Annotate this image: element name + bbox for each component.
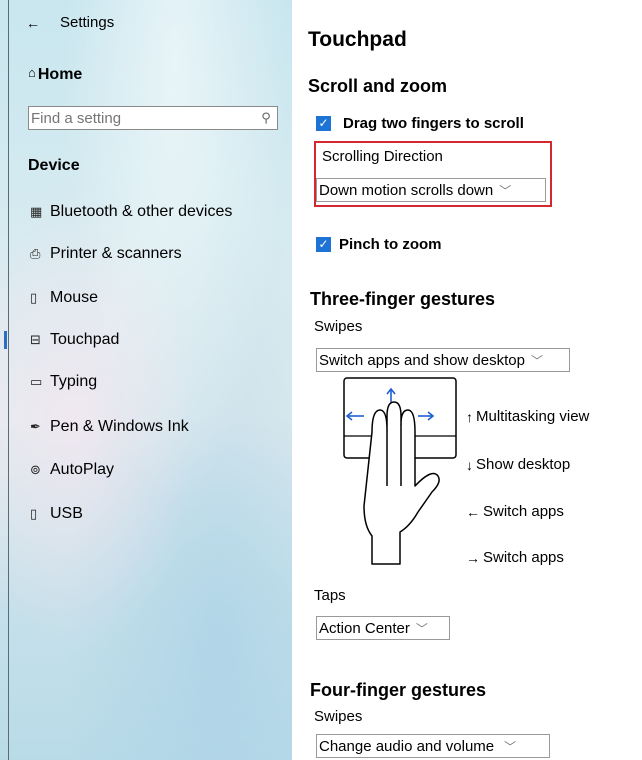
sidebar-item-label: Mouse (50, 289, 99, 306)
sidebar-item-autoplay[interactable]: ⊚ AutoPlay (30, 456, 114, 484)
sidebar-item-label: AutoPlay (50, 461, 115, 478)
sidebar-item-label: USB (50, 505, 83, 522)
four-finger-swipes-label: Swipes (314, 708, 363, 725)
sidebar-item-label: Pen & Windows Ink (50, 418, 189, 435)
four-finger-swipes-dropdown[interactable]: Change audio and volume ﹀ (316, 734, 550, 758)
heading-scroll-zoom: Scroll and zoom (308, 76, 448, 96)
search-box[interactable]: ⚲ (28, 106, 278, 130)
search-input[interactable] (31, 109, 255, 127)
printer-icon: ⎙ (30, 246, 41, 261)
home-icon: ⌂ (28, 64, 36, 80)
sidebar-item-touchpad[interactable]: ⊟ Touchpad (3, 326, 120, 354)
gesture-multitasking-view: ↑ Multitasking view (466, 408, 589, 425)
heading-three-finger: Three-finger gestures (310, 289, 496, 309)
chevron-down-icon: ﹀ (499, 183, 512, 198)
three-finger-taps-dropdown[interactable]: Action Center ﹀ (316, 616, 450, 640)
arrow-down-icon: ↓ (466, 456, 473, 473)
heading-four-finger: Four-finger gestures (310, 680, 487, 700)
drag-two-fingers-checkbox[interactable]: ✓ Drag two fingers to scroll (316, 115, 524, 132)
scrolling-direction-label: Scrolling Direction (322, 148, 443, 165)
gesture-show-desktop: ↓ Show desktop (466, 456, 570, 473)
home-link[interactable]: ⌂ Home (28, 64, 83, 84)
pen-icon: ✒ (30, 419, 41, 434)
gesture-label: Switch apps (483, 549, 564, 566)
chevron-down-icon: ﹀ (415, 621, 428, 636)
scrolling-direction-value: Down motion scrolls down (319, 181, 494, 199)
sidebar-item-label: Touchpad (50, 331, 120, 348)
sidebar-item-bluetooth[interactable]: ▦ Bluetooth & other devices (30, 198, 232, 226)
gesture-label: Show desktop (476, 456, 571, 473)
autoplay-icon: ⊚ (30, 462, 41, 477)
three-finger-swipes-dropdown[interactable]: Switch apps and show desktop ﹀ (316, 348, 570, 372)
gesture-label: Multitasking view (476, 408, 590, 425)
three-finger-taps-label: Taps (314, 587, 346, 604)
back-arrow-icon[interactable]: ← (26, 15, 40, 31)
three-finger-taps-value: Action Center (319, 619, 410, 637)
back-row[interactable]: ← Settings (26, 14, 114, 31)
main-panel: Touchpad Scroll and zoom ✓ Drag two fing… (292, 0, 642, 760)
pinch-to-zoom-checkbox[interactable]: ✓ Pinch to zoom (316, 236, 442, 253)
chevron-down-icon: ﹀ (504, 739, 517, 754)
sidebar-item-typing[interactable]: ▭ Typing (30, 368, 97, 396)
scrolling-direction-dropdown[interactable]: Down motion scrolls down ﹀ (316, 178, 546, 202)
sidebar-item-printers[interactable]: ⎙ Printer & scanners (30, 240, 182, 268)
sidebar-item-label: Printer & scanners (50, 245, 182, 262)
window-title: Settings (60, 14, 115, 31)
page-title: Touchpad (308, 28, 407, 51)
bluetooth-icon: ▦ (30, 204, 43, 219)
search-icon[interactable]: ⚲ (255, 110, 277, 126)
arrow-left-icon: ← (466, 503, 480, 520)
checkbox-checked-icon[interactable]: ✓ (316, 237, 331, 252)
gesture-switch-apps-right: → Switch apps (466, 549, 564, 566)
sidebar-item-usb[interactable]: ▯ USB (30, 500, 83, 528)
sidebar-item-mouse[interactable]: ▯ Mouse (30, 284, 98, 312)
usb-icon: ▯ (30, 506, 38, 521)
checkbox-checked-icon[interactable]: ✓ (316, 116, 331, 131)
sidebar-item-pen[interactable]: ✒ Pen & Windows Ink (30, 413, 189, 441)
three-finger-swipes-label: Swipes (314, 318, 363, 335)
sidebar: ← Settings ⌂ Home ⚲ Device ▦ Bluetooth &… (0, 0, 292, 760)
sidebar-item-label: Bluetooth & other devices (50, 203, 233, 220)
four-finger-swipes-value: Change audio and volume (319, 737, 495, 755)
drag-two-fingers-label: Drag two fingers to scroll (343, 115, 524, 132)
gesture-label: Switch apps (483, 503, 564, 520)
touchpad-icon: ⊟ (30, 332, 41, 347)
gesture-switch-apps-left: ← Switch apps (466, 503, 564, 520)
pinch-to-zoom-label: Pinch to zoom (339, 236, 442, 253)
arrow-up-icon: ↑ (466, 408, 473, 425)
three-finger-gesture-illustration (343, 377, 457, 565)
keyboard-icon: ▭ (30, 374, 43, 389)
three-finger-swipes-value: Switch apps and show desktop (319, 351, 525, 369)
section-title-device: Device (28, 157, 80, 174)
arrow-right-icon: → (466, 549, 480, 566)
window-border (8, 0, 9, 760)
mouse-icon: ▯ (30, 290, 38, 305)
home-label: Home (37, 66, 83, 83)
chevron-down-icon: ﹀ (530, 353, 543, 368)
sidebar-item-label: Typing (50, 373, 98, 390)
